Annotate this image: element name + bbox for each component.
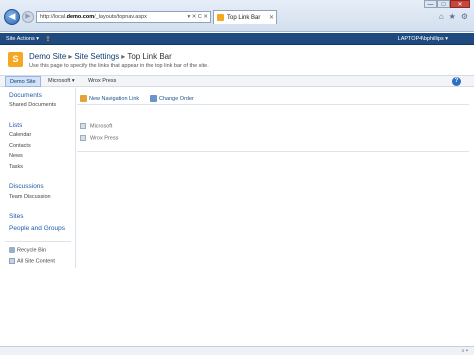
window-controls: — □ ✕ (424, 0, 470, 8)
nav-link-row[interactable]: Microsoft (80, 123, 112, 129)
new-link-icon (80, 95, 87, 102)
change-order-icon (150, 95, 157, 102)
topnav-microsoft[interactable]: Microsoft ▾ (44, 76, 79, 87)
tab-close-icon[interactable]: ✕ (269, 14, 274, 21)
main-content: New Navigation Link Change Order Microso… (77, 88, 469, 152)
address-bar[interactable]: http://local.demo.com/_layouts/topnav.as… (36, 11, 211, 23)
zoom-control[interactable]: ⌕ ▾ (462, 348, 468, 354)
title-area: S Demo Site ▸ Site Settings ▸ Top Link Bar U… (0, 46, 474, 74)
ql-heading-discussions[interactable]: Discussions (9, 183, 44, 190)
sharepoint-ribbon: Site Actions ▾ ⇪ LAPTOP4\bphillips ▾ (0, 33, 474, 45)
recycle-bin-icon (9, 247, 15, 253)
maximize-button[interactable]: □ (437, 0, 450, 8)
close-window-button[interactable]: ✕ (450, 0, 470, 8)
nav-link-microsoft: Microsoft (90, 123, 113, 130)
edit-icon[interactable] (80, 123, 86, 129)
nav-link-wrox-press: Wrox Press (90, 135, 119, 142)
ql-heading-sites[interactable]: Sites (9, 213, 23, 220)
ql-link-recycle-bin[interactable]: Recycle Bin (9, 247, 46, 253)
change-order-button[interactable]: Change Order (150, 95, 194, 102)
ql-link-news[interactable]: News (9, 153, 23, 159)
settings-icon[interactable]: ⚙ (461, 12, 468, 21)
breadcrumb-site-settings[interactable]: Site Settings (74, 52, 119, 61)
page-title: Top Link Bar (127, 52, 172, 61)
help-icon[interactable]: ? (452, 77, 461, 86)
forward-button[interactable]: ▶ (22, 11, 34, 23)
ql-link-shared-documents[interactable]: Shared Documents (9, 102, 56, 108)
new-navigation-link-button[interactable]: New Navigation Link (80, 95, 139, 102)
navigate-up-icon[interactable]: ⇪ (45, 35, 51, 43)
tab-title: Top Link Bar (227, 14, 261, 21)
edit-icon[interactable] (80, 135, 86, 141)
breadcrumb-site[interactable]: Demo Site (29, 52, 66, 61)
user-menu[interactable]: LAPTOP4\bphillips ▾ (398, 36, 448, 42)
ql-link-all-site-content[interactable]: All Site Content (9, 258, 55, 264)
ql-link-tasks[interactable]: Tasks (9, 164, 23, 170)
site-content-icon (9, 258, 15, 264)
browser-tools: ⌂ ★ ⚙ (439, 12, 468, 21)
ql-divider (5, 241, 71, 242)
quick-launch: Documents Shared Documents Lists Calenda… (0, 88, 76, 268)
address-url[interactable]: http://local.demo.com/_layouts/topnav.as… (40, 14, 187, 20)
favorites-icon[interactable]: ★ (449, 12, 456, 21)
site-actions-menu[interactable]: Site Actions ▾ (6, 36, 39, 42)
home-icon[interactable]: ⌂ (439, 12, 444, 21)
content-divider (77, 151, 469, 152)
ql-heading-documents[interactable]: Documents (9, 92, 42, 99)
change-order-label: Change Order (159, 95, 194, 102)
minimize-button[interactable]: — (424, 0, 437, 8)
breadcrumb-separator: ▸ (121, 52, 126, 61)
site-logo-icon: S (8, 52, 23, 67)
browser-status-bar: ⌕ ▾ (0, 346, 474, 355)
browser-tab[interactable]: Top Link Bar ✕ (213, 10, 277, 24)
topnav-wrox-press[interactable]: Wrox Press (84, 76, 120, 87)
browser-chrome: — □ ✕ ◀ ▶ http://local.demo.com/_layouts… (0, 0, 474, 32)
ql-link-calendar[interactable]: Calendar (9, 132, 31, 138)
address-controls[interactable]: ▾ ✕ C ✕ (187, 14, 208, 20)
page-description: Use this page to specify the links that … (29, 63, 209, 69)
top-link-bar: Demo Site Microsoft ▾ Wrox Press ? (0, 75, 474, 87)
breadcrumb-separator: ▸ (68, 52, 73, 61)
new-navigation-link-label: New Navigation Link (89, 95, 140, 102)
all-site-content-label: All Site Content (17, 258, 55, 265)
recycle-bin-label: Recycle Bin (17, 247, 47, 254)
breadcrumb: Demo Site ▸ Site Settings ▸ Top Link Bar (29, 52, 172, 61)
toolbar: New Navigation Link Change Order (77, 93, 469, 105)
back-button[interactable]: ◀ (4, 9, 20, 25)
ql-heading-people-groups[interactable]: People and Groups (9, 225, 65, 232)
sharepoint-icon (217, 14, 224, 21)
nav-link-row[interactable]: Wrox Press (80, 135, 118, 141)
ql-heading-lists[interactable]: Lists (9, 122, 22, 129)
topnav-demo-site[interactable]: Demo Site (5, 76, 41, 87)
ql-link-contacts[interactable]: Contacts (9, 143, 31, 149)
ql-link-team-discussion[interactable]: Team Discussion (9, 194, 51, 200)
